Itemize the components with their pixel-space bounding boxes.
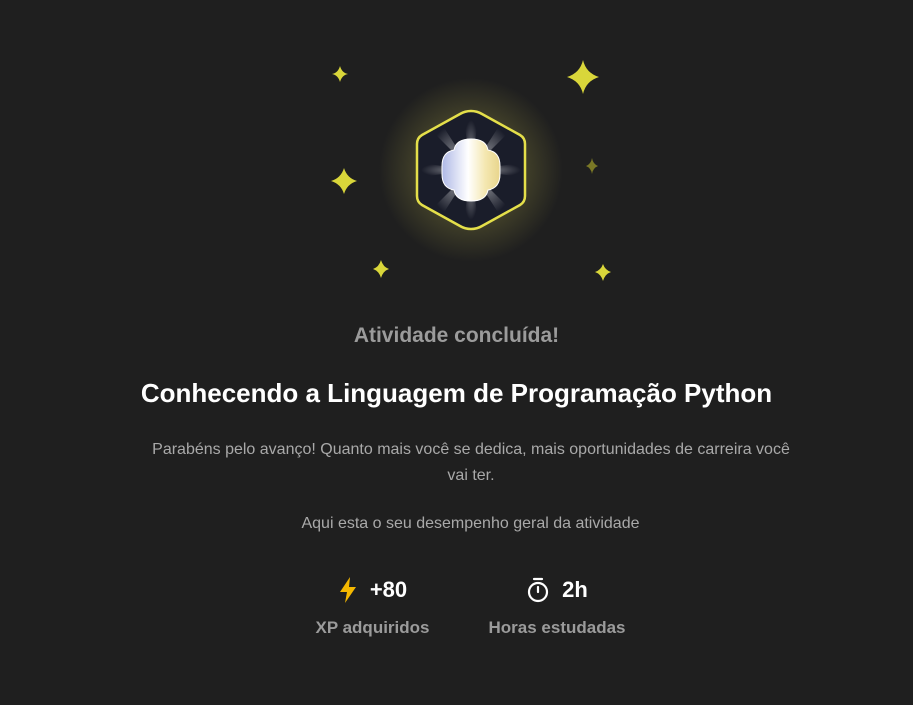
- hours-value: 2h: [562, 577, 588, 602]
- hours-label: Horas estudadas: [488, 618, 626, 637]
- completion-heading: Atividade concluída!: [353, 324, 560, 347]
- stopwatch-icon: [526, 577, 550, 603]
- congratulations-message: Parabéns pelo avanço! Quanto mais você s…: [152, 441, 790, 484]
- lightning-icon: [338, 576, 358, 604]
- hours-stat: 2h Horas estudadas: [478, 572, 636, 638]
- activity-title: Conhecendo a Linguagem de Programação Py…: [140, 378, 773, 408]
- xp-stat: +80 XP adquiridos: [300, 572, 445, 638]
- performance-summary-text: Aqui esta o seu desempenho geral da ativ…: [301, 515, 640, 532]
- achievement-badge-icon: [331, 60, 611, 281]
- xp-value: +80: [369, 577, 408, 602]
- activity-complete-screen: Atividade concluída! Conhecendo a Lingua…: [0, 0, 913, 705]
- achievement-badge-illustration: [300, 40, 640, 300]
- xp-label: XP adquiridos: [315, 618, 430, 637]
